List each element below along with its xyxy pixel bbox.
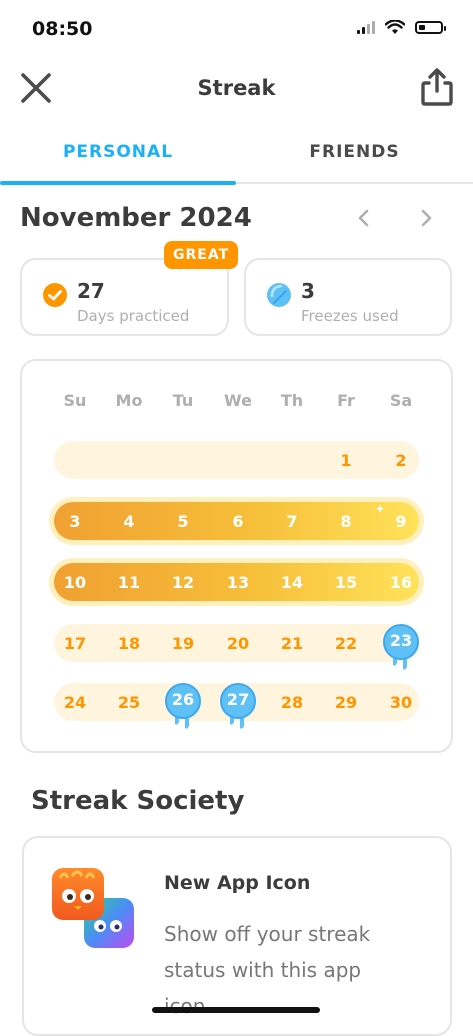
calendar-day[interactable]: 11 — [102, 573, 156, 592]
weekday-label: We — [224, 391, 252, 410]
page-title: Streak — [197, 76, 276, 100]
calendar-day[interactable]: 29 — [319, 693, 373, 712]
wifi-icon — [385, 20, 405, 34]
card-title: New App Icon — [164, 872, 311, 894]
freeze-day-marker[interactable]: 26 — [163, 682, 203, 730]
tab-bar: PERSONAL FRIENDS — [0, 128, 473, 185]
calendar-day[interactable]: 19 — [156, 634, 210, 653]
days-practiced-card: 27 Days practiced — [20, 258, 229, 336]
section-title: Streak Society — [31, 786, 245, 816]
app-icon-preview — [52, 868, 134, 948]
chevron-right-icon[interactable] — [414, 206, 438, 230]
calendar-day[interactable]: 5 — [156, 512, 210, 531]
calendar-day: 26 — [171, 690, 195, 709]
calendar-day[interactable]: 13 — [211, 573, 265, 592]
weekday-label: Th — [280, 391, 304, 410]
calendar-day[interactable]: 14 — [265, 573, 319, 592]
tab-personal[interactable]: PERSONAL — [0, 142, 236, 162]
calendar-day[interactable]: 10 — [48, 573, 102, 592]
weekday-label: Mo — [115, 391, 143, 410]
status-time: 08:50 — [32, 18, 93, 40]
battery-icon — [415, 21, 446, 34]
calendar-day[interactable]: 24 — [48, 693, 102, 712]
share-icon[interactable] — [419, 66, 455, 108]
calendar-day: 27 — [226, 690, 250, 709]
calendar-day[interactable]: 3 — [48, 512, 102, 531]
freezes-used-value: 3 — [301, 279, 315, 303]
streak-calendar: Su Mo Tu We Th Fr Sa 1 2 3 4 5 6 7 8 9 ✦… — [20, 359, 453, 753]
calendar-day[interactable]: 17 — [48, 634, 102, 653]
calendar-day[interactable]: 8 — [319, 512, 373, 531]
status-bar: 08:50 — [0, 0, 473, 52]
calendar-day[interactable]: 2 — [374, 451, 428, 470]
calendar-day[interactable]: 18 — [102, 634, 156, 653]
weekday-label: Su — [63, 391, 87, 410]
checkmark-circle-icon — [43, 283, 67, 307]
header: Streak — [0, 60, 473, 116]
great-badge: GREAT — [164, 241, 239, 269]
chevron-left-icon[interactable] — [352, 206, 376, 230]
freeze-day-marker[interactable]: 27 — [218, 682, 258, 730]
calendar-day[interactable]: 22 — [319, 634, 373, 653]
calendar-day[interactable]: 12 — [156, 573, 210, 592]
active-tab-indicator — [0, 181, 236, 185]
sparkle-icon: ✦ — [375, 502, 386, 516]
calendar-day[interactable]: 21 — [265, 634, 319, 653]
status-icons — [357, 20, 446, 35]
freezes-used-label: Freezes used — [301, 307, 399, 325]
calendar-day[interactable]: 28 — [265, 693, 319, 712]
calendar-day[interactable]: 7 — [265, 512, 319, 531]
calendar-day[interactable]: 4 — [102, 512, 156, 531]
cellular-signal-icon — [357, 21, 375, 34]
calendar-day[interactable]: 16 — [374, 573, 428, 592]
streak-society-card[interactable]: New App Icon Show off your streak status… — [22, 836, 452, 1036]
freeze-day-marker[interactable]: 23 — [381, 623, 421, 671]
home-indicator — [152, 1007, 320, 1013]
weekday-label: Tu — [172, 391, 194, 410]
calendar-day[interactable]: 25 — [102, 693, 156, 712]
tab-friends[interactable]: FRIENDS — [236, 142, 473, 162]
calendar-day: 23 — [389, 631, 413, 650]
calendar-day[interactable]: 30 — [374, 693, 428, 712]
streak-freeze-icon — [267, 283, 291, 307]
days-practiced-label: Days practiced — [77, 307, 190, 325]
calendar-day[interactable]: 20 — [211, 634, 265, 653]
days-practiced-value: 27 — [77, 279, 105, 303]
calendar-day[interactable]: 1 — [319, 451, 373, 470]
calendar-day[interactable]: 6 — [211, 512, 265, 531]
weekday-label: Fr — [337, 391, 355, 410]
month-label: November 2024 — [20, 203, 252, 233]
freezes-used-card: 3 Freezes used — [244, 258, 452, 336]
weekday-label: Sa — [389, 391, 413, 410]
calendar-day[interactable]: 15 — [319, 573, 373, 592]
